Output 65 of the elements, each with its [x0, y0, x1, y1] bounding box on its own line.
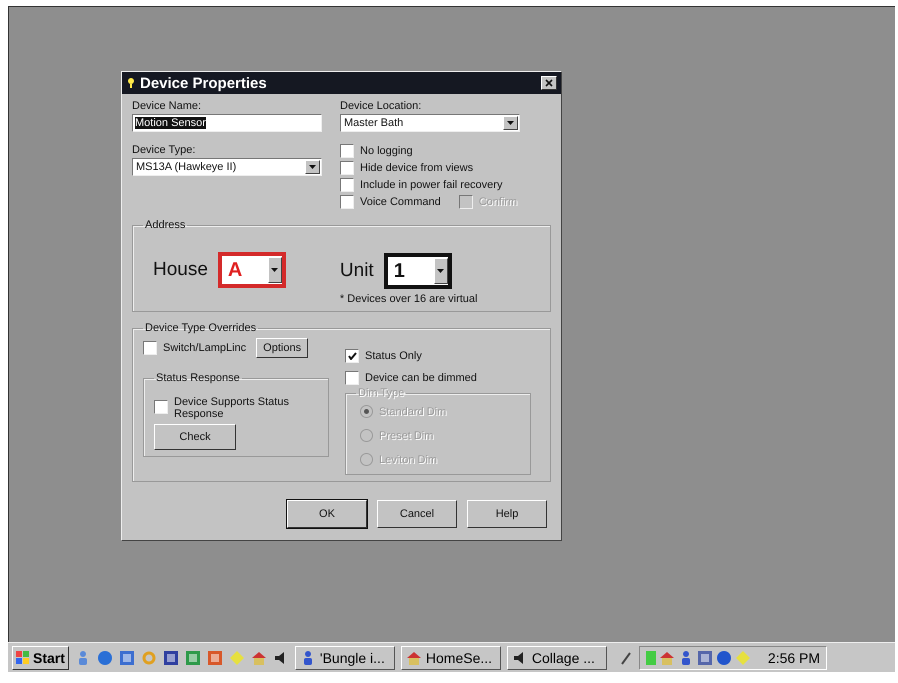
- check-button[interactable]: Check: [154, 424, 236, 450]
- checkbox-label: Include in power fail recovery: [360, 179, 502, 191]
- tile-icon[interactable]: [696, 650, 713, 666]
- dialog-button[interactable]: Help: [467, 500, 547, 528]
- slide-icon[interactable]: [206, 650, 223, 666]
- checkbox[interactable]: [154, 400, 168, 414]
- globe-icon[interactable]: [96, 650, 113, 666]
- checkbox[interactable]: [340, 144, 354, 158]
- tile-icon[interactable]: [118, 650, 135, 666]
- window-title: Device Properties: [140, 74, 268, 92]
- group-title: Dim Type: [357, 387, 406, 399]
- dialog-button[interactable]: Cancel: [377, 500, 457, 528]
- house-label: House: [153, 259, 208, 281]
- note-text: * Devices over 16 are virtual: [340, 293, 478, 305]
- radio-label: Standard Dim: [379, 406, 446, 418]
- checkbox-label: Device Supports Status Response: [174, 396, 290, 420]
- close-icon: [545, 79, 553, 87]
- clock: 2:56 PM: [768, 650, 820, 666]
- radio-label: Leviton Dim: [379, 454, 438, 466]
- radio-label: Preset Dim: [379, 430, 434, 442]
- caret-icon: [309, 165, 316, 169]
- checkbox[interactable]: [345, 371, 359, 385]
- document-icon[interactable]: [162, 650, 179, 666]
- checkbox-label: Confirm: [478, 196, 518, 208]
- taskbar-button[interactable]: HomeSe...: [400, 646, 501, 670]
- checkbox-label: Status Only: [365, 350, 422, 362]
- checkbox-label: Device can be dimmed: [365, 372, 477, 384]
- close-button[interactable]: [541, 76, 557, 90]
- house-dropdown[interactable]: A: [222, 256, 282, 284]
- lightbulb-icon: [128, 78, 134, 88]
- location-dropdown[interactable]: Master Bath: [340, 114, 520, 132]
- group-title: Device Type Overrides: [144, 322, 258, 334]
- group-title: Status Response: [155, 372, 241, 384]
- checkbox-label: Hide device from views: [360, 162, 474, 174]
- checkmark-icon: [348, 352, 356, 360]
- taskbar-button[interactable]: 'Bungle i...: [294, 646, 395, 670]
- group-title: Address: [144, 219, 186, 231]
- checkbox[interactable]: [143, 341, 157, 355]
- globe-icon[interactable]: [716, 650, 732, 666]
- checkbox-label: No logging: [360, 145, 413, 157]
- spreadsheet-icon[interactable]: [184, 650, 201, 666]
- house-icon[interactable]: [250, 650, 267, 666]
- field-label: Device Location:: [340, 100, 422, 112]
- dialog-button[interactable]: OK: [287, 500, 367, 528]
- taskbar-button[interactable]: Collage ...: [506, 646, 607, 670]
- field-label: Device Name:: [132, 100, 202, 112]
- checkbox-label: Voice Command: [360, 196, 441, 208]
- checkbox[interactable]: [340, 195, 354, 209]
- field-label: Device Type:: [132, 144, 196, 156]
- unit-dropdown[interactable]: 1: [388, 257, 448, 285]
- checkbox[interactable]: [345, 349, 359, 363]
- flag-icon: [16, 650, 30, 664]
- house-icon[interactable]: [658, 650, 675, 666]
- start-button[interactable]: Start: [12, 646, 69, 670]
- house-icon[interactable]: [406, 650, 422, 666]
- device-type-dropdown[interactable]: MS13A (Hawkeye II): [132, 158, 322, 176]
- caret-icon: [437, 269, 444, 273]
- caret-icon: [507, 121, 514, 125]
- checkbox[interactable]: [340, 178, 354, 192]
- options-button[interactable]: Options: [256, 338, 308, 358]
- checkbox[interactable]: [340, 161, 354, 175]
- device-name-field[interactable]: Motion Sensor: [132, 114, 322, 132]
- unit-label: Unit: [340, 260, 374, 282]
- checkbox-label: Switch/LampLinc: [163, 342, 246, 354]
- caret-icon: [271, 268, 278, 272]
